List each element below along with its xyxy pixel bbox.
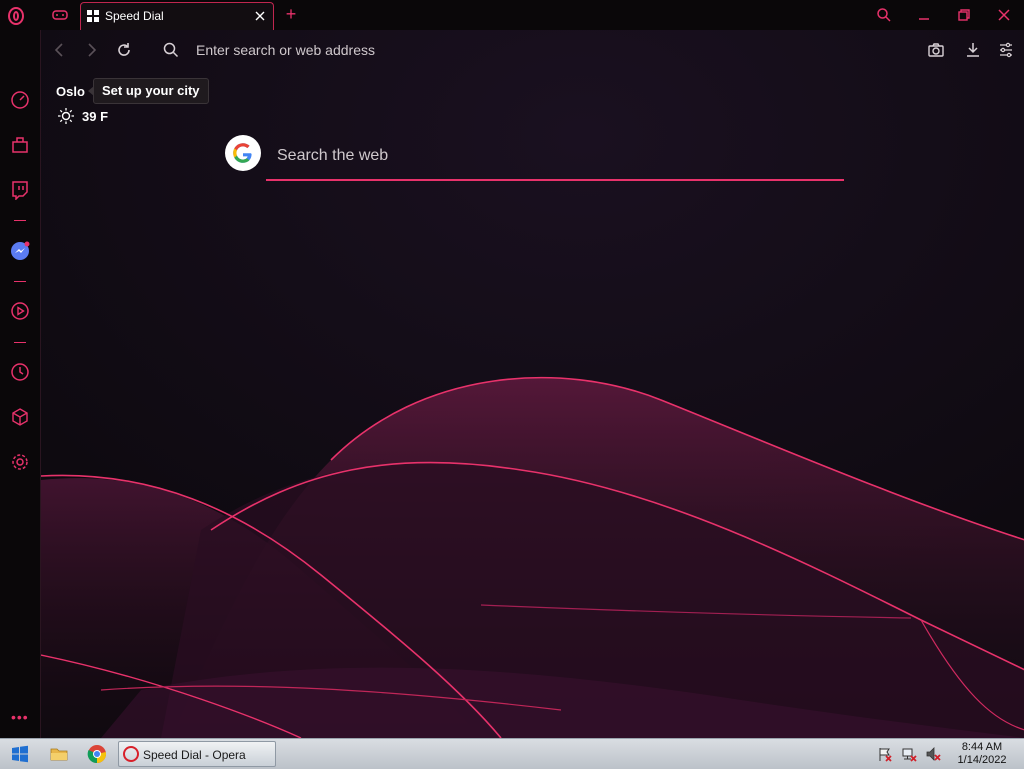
address-bar: Enter search or web address — [41, 30, 1024, 70]
clock-time: 8:44 AM — [961, 741, 1003, 753]
sidebar-divider — [14, 220, 26, 221]
tab-speed-dial[interactable]: Speed Dial — [80, 2, 274, 30]
gx-corner-icon[interactable] — [52, 9, 68, 21]
settings-gear-icon[interactable] — [10, 452, 30, 472]
extensions-icon[interactable] — [10, 407, 30, 427]
action-center-flag-icon[interactable] — [877, 746, 893, 762]
clock-date: 1/14/2022 — [957, 754, 1007, 766]
reload-icon[interactable] — [115, 41, 133, 59]
easy-setup-icon[interactable] — [997, 41, 1015, 59]
taskbar-clock[interactable]: 8:44 AM 1/14/2022 — [950, 741, 1014, 767]
downloads-icon[interactable] — [964, 41, 982, 59]
web-search-field — [266, 133, 844, 183]
sidebar: ••• — [0, 30, 40, 738]
forward-icon[interactable] — [82, 41, 100, 59]
weather-city[interactable]: Oslo — [56, 84, 85, 99]
back-icon[interactable] — [51, 41, 69, 59]
taskbar-opera-button[interactable]: Speed Dial - Opera — [118, 741, 276, 767]
title-bar: Speed Dial + — [0, 0, 1024, 30]
google-g-icon — [233, 143, 252, 163]
opera-taskbar-icon — [123, 746, 139, 762]
minimize-button[interactable] — [916, 7, 932, 23]
history-icon[interactable] — [10, 362, 30, 382]
windows-taskbar: Speed Dial - Opera 8:44 AM 1/14/2022 — [0, 738, 1024, 769]
search-tabs-icon[interactable] — [876, 7, 892, 23]
gx-corner-sidebar-icon[interactable] — [10, 135, 30, 155]
opera-logo-icon[interactable] — [8, 7, 24, 25]
file-explorer-icon[interactable] — [49, 744, 69, 764]
gx-control-icon[interactable] — [10, 90, 30, 110]
player-icon[interactable] — [10, 301, 30, 321]
windows-start-icon[interactable] — [10, 744, 30, 764]
address-input[interactable]: Enter search or web address — [196, 42, 375, 58]
close-window-button[interactable] — [996, 7, 1012, 23]
speed-dial-grid-icon — [87, 10, 99, 22]
snapshot-camera-icon[interactable] — [927, 41, 945, 59]
search-icon — [163, 42, 179, 58]
volume-muted-icon[interactable] — [925, 746, 941, 762]
tab-close-icon[interactable] — [253, 9, 267, 23]
sidebar-more-icon[interactable]: ••• — [11, 710, 29, 724]
web-search-input[interactable] — [266, 133, 844, 181]
chrome-icon[interactable] — [87, 744, 107, 764]
twitch-icon[interactable] — [10, 180, 30, 200]
weather-setup-tooltip[interactable]: Set up your city — [88, 78, 209, 104]
weather-temperature: 39 F — [82, 109, 109, 124]
restore-button[interactable] — [956, 7, 972, 23]
tab-title: Speed Dial — [105, 9, 164, 23]
taskbar-app-label: Speed Dial - Opera — [143, 748, 246, 762]
network-icon[interactable] — [901, 746, 917, 762]
messenger-icon[interactable] — [10, 241, 30, 261]
speed-dial-page: Enter search or web address Oslo Set up … — [40, 30, 1024, 738]
sun-icon — [58, 108, 74, 124]
new-tab-button[interactable]: + — [283, 5, 299, 23]
sidebar-divider — [14, 281, 26, 282]
sidebar-divider — [14, 342, 26, 343]
google-logo — [225, 135, 261, 171]
